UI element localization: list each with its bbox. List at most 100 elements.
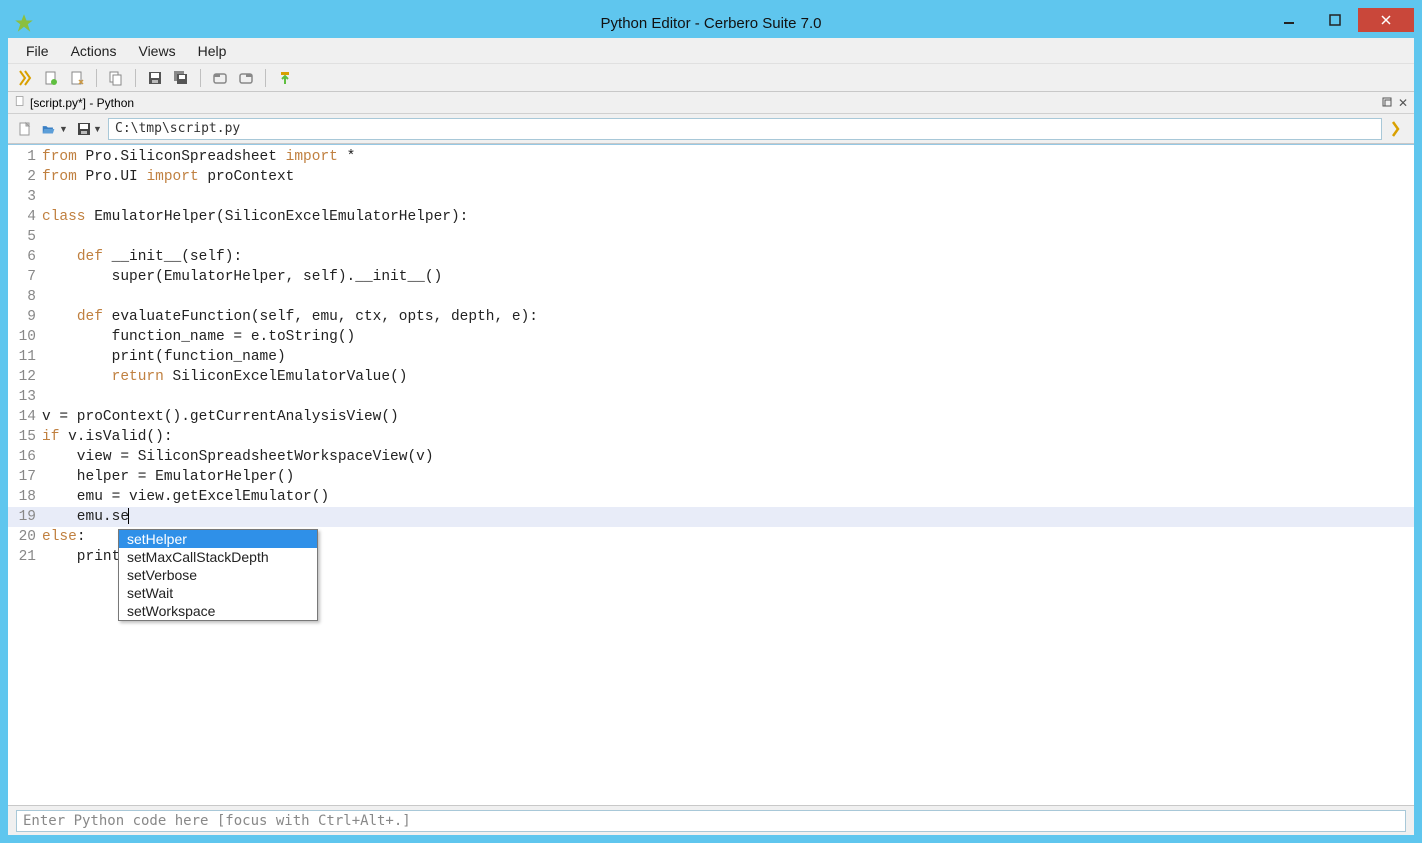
code-line[interactable]: 9 def evaluateFunction(self, emu, ctx, o… — [8, 307, 1414, 327]
toolbar-separator — [265, 69, 266, 87]
document-toolbar: ▼ ▼ — [8, 114, 1414, 144]
menu-file[interactable]: File — [16, 41, 59, 61]
code-content[interactable]: return SiliconExcelEmulatorValue() — [42, 367, 407, 387]
main-toolbar — [8, 64, 1414, 92]
autocomplete-item[interactable]: setWorkspace — [119, 602, 317, 620]
code-content[interactable]: def __init__(self): — [42, 247, 242, 267]
code-line[interactable]: 13 — [8, 387, 1414, 407]
code-line[interactable]: 8 — [8, 287, 1414, 307]
tab-left-icon[interactable] — [209, 67, 231, 89]
new-doc-icon[interactable] — [40, 67, 62, 89]
code-line[interactable]: 12 return SiliconExcelEmulatorValue() — [8, 367, 1414, 387]
code-content[interactable]: super(EmulatorHelper, self).__init__() — [42, 267, 442, 287]
code-editor[interactable]: 1from Pro.SiliconSpreadsheet import *2fr… — [8, 144, 1414, 805]
menu-help[interactable]: Help — [188, 41, 237, 61]
code-line[interactable]: 2from Pro.UI import proContext — [8, 167, 1414, 187]
line-number: 9 — [8, 307, 42, 327]
code-line[interactable]: 17 helper = EmulatorHelper() — [8, 467, 1414, 487]
close-button[interactable] — [1358, 8, 1414, 32]
add-doc-icon[interactable] — [66, 67, 88, 89]
line-number: 20 — [8, 527, 42, 547]
line-number: 1 — [8, 147, 42, 167]
code-content[interactable]: class EmulatorHelper(SiliconExcelEmulato… — [42, 207, 468, 227]
code-content[interactable]: print(function_name) — [42, 347, 286, 367]
code-line[interactable]: 16 view = SiliconSpreadsheetWorkspaceVie… — [8, 447, 1414, 467]
plugin-icon[interactable] — [274, 67, 296, 89]
line-number: 19 — [8, 507, 42, 527]
autocomplete-popup: setHelpersetMaxCallStackDepthsetVerboses… — [118, 529, 318, 621]
title-bar: Python Editor - Cerbero Suite 7.0 — [8, 8, 1414, 38]
code-line[interactable]: 15if v.isValid(): — [8, 427, 1414, 447]
code-line[interactable]: 4class EmulatorHelper(SiliconExcelEmulat… — [8, 207, 1414, 227]
line-number: 8 — [8, 287, 42, 307]
code-content[interactable]: emu.se — [42, 507, 129, 527]
code-line[interactable]: 5 — [8, 227, 1414, 247]
save-file-icon[interactable]: ▼ — [74, 118, 104, 140]
maximize-button[interactable] — [1312, 8, 1358, 32]
document-tab[interactable]: [script.py*] - Python — [30, 96, 134, 110]
code-content[interactable]: view = SiliconSpreadsheetWorkspaceView(v… — [42, 447, 434, 467]
open-folder-icon[interactable]: ▼ — [40, 118, 70, 140]
code-line[interactable]: 7 super(EmulatorHelper, self).__init__() — [8, 267, 1414, 287]
minimize-button[interactable] — [1266, 8, 1312, 32]
line-number: 14 — [8, 407, 42, 427]
menu-views[interactable]: Views — [128, 41, 185, 61]
code-content[interactable]: helper = EmulatorHelper() — [42, 467, 294, 487]
code-line[interactable]: 6 def __init__(self): — [8, 247, 1414, 267]
line-number: 17 — [8, 467, 42, 487]
line-number: 15 — [8, 427, 42, 447]
doc-tab-icon — [14, 95, 26, 110]
window-controls — [1266, 8, 1414, 38]
toolbar-separator — [96, 69, 97, 87]
code-content[interactable]: emu = view.getExcelEmulator() — [42, 487, 329, 507]
autocomplete-item[interactable]: setMaxCallStackDepth — [119, 548, 317, 566]
line-number: 16 — [8, 447, 42, 467]
code-content[interactable]: if v.isValid(): — [42, 427, 173, 447]
chevron-down-icon: ▼ — [59, 124, 68, 134]
execute-icon[interactable] — [1386, 118, 1408, 140]
run-icon[interactable] — [14, 67, 36, 89]
chevron-down-icon: ▼ — [93, 124, 102, 134]
code-line[interactable]: 14v = proContext().getCurrentAnalysisVie… — [8, 407, 1414, 427]
dock-icon[interactable] — [1382, 96, 1392, 110]
autocomplete-item[interactable]: setWait — [119, 584, 317, 602]
autocomplete-item[interactable]: setVerbose — [119, 566, 317, 584]
tab-right-icon[interactable] — [235, 67, 257, 89]
text-cursor — [128, 508, 129, 524]
line-number: 7 — [8, 267, 42, 287]
code-content[interactable]: function_name = e.toString() — [42, 327, 355, 347]
line-number: 3 — [8, 187, 42, 207]
code-content[interactable]: else: — [42, 527, 86, 547]
line-number: 12 — [8, 367, 42, 387]
code-line[interactable]: 1from Pro.SiliconSpreadsheet import * — [8, 147, 1414, 167]
console-panel — [8, 805, 1414, 835]
save-icon[interactable] — [144, 67, 166, 89]
code-content[interactable]: def evaluateFunction(self, emu, ctx, opt… — [42, 307, 538, 327]
menu-actions[interactable]: Actions — [61, 41, 127, 61]
line-number: 13 — [8, 387, 42, 407]
save-all-icon[interactable] — [170, 67, 192, 89]
window-title: Python Editor - Cerbero Suite 7.0 — [8, 15, 1414, 32]
console-input[interactable] — [16, 810, 1406, 832]
line-number: 11 — [8, 347, 42, 367]
code-content[interactable]: from Pro.SiliconSpreadsheet import * — [42, 147, 355, 167]
code-content[interactable]: v = proContext().getCurrentAnalysisView(… — [42, 407, 399, 427]
file-path-input[interactable] — [108, 118, 1382, 140]
code-line[interactable]: 18 emu = view.getExcelEmulator() — [8, 487, 1414, 507]
copy-icon[interactable] — [105, 67, 127, 89]
code-content[interactable]: from Pro.UI import proContext — [42, 167, 294, 187]
main-window: Python Editor - Cerbero Suite 7.0 File A… — [8, 8, 1414, 835]
document-tab-bar: [script.py*] - Python ✕ — [8, 92, 1414, 114]
new-file-icon[interactable] — [14, 118, 36, 140]
close-tab-icon[interactable]: ✕ — [1398, 96, 1408, 110]
code-line[interactable]: 11 print(function_name) — [8, 347, 1414, 367]
autocomplete-item[interactable]: setHelper — [119, 530, 317, 548]
code-line[interactable]: 19 emu.se — [8, 507, 1414, 527]
menu-bar: File Actions Views Help — [8, 38, 1414, 64]
line-number: 4 — [8, 207, 42, 227]
app-icon — [14, 13, 34, 33]
code-line[interactable]: 10 function_name = e.toString() — [8, 327, 1414, 347]
code-line[interactable]: 3 — [8, 187, 1414, 207]
line-number: 18 — [8, 487, 42, 507]
toolbar-separator — [135, 69, 136, 87]
